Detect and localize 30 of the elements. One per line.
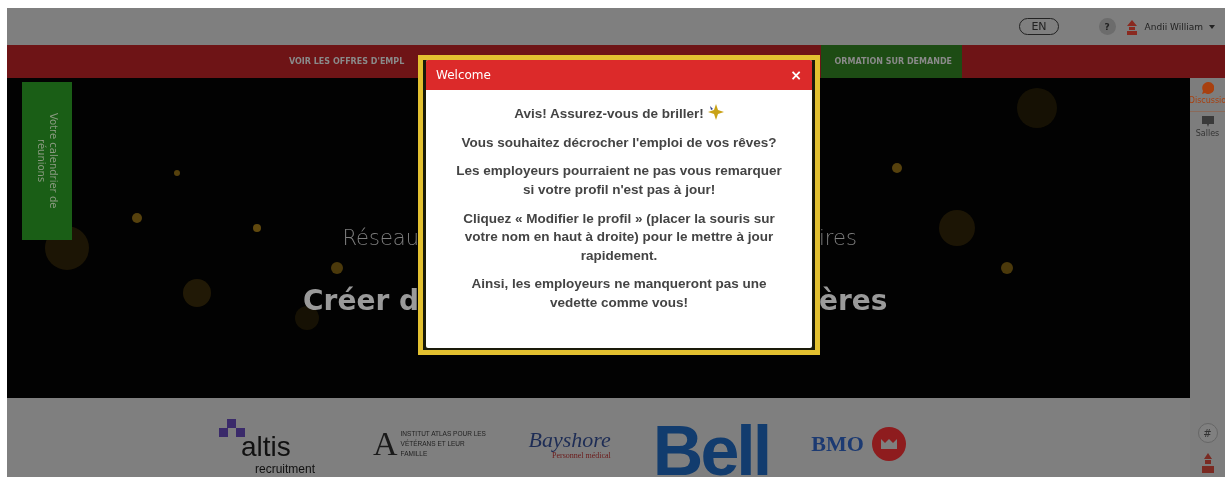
dialog-text: Les employeurs pourraient ne pas vous remarquer si votre profil n'est pas à jour! [456,163,782,197]
monitor-icon [1201,116,1214,127]
dialog-text: Ainsi, les employeurs ne manqueront pas une vedette comme vous! [471,276,767,310]
hero-subtitle: ires [819,226,857,250]
roundel-icon [871,427,906,461]
dialog-text: Cliquez « Modifier le profil » (placer la souris sur votre nom en haut à droite) pour le mettre à jour rapidement. [463,210,775,263]
help-button[interactable]: ? [1098,18,1116,35]
hero-title: Créer d [303,284,419,317]
hashtag-button[interactable]: # [1197,423,1218,443]
logo-text: BMO [811,431,864,457]
sparkle-icon [707,104,724,120]
logo-text: recruitment [255,462,316,476]
hero-subtitle: Réseau [342,226,419,250]
calendar-button[interactable]: Votre calendrier de réunions [22,82,72,240]
logo-text: Bayshore [528,428,611,451]
close-button[interactable]: × [790,67,802,83]
dialog-text: Vous souhaitez décrocher l'emploi de vos rêves? [461,134,777,150]
hero-title: ères [819,284,888,317]
bell-logo: Bell [652,421,770,477]
chat-icon [1201,82,1214,94]
avatar-icon[interactable] [1124,18,1139,35]
sidebar-tab[interactable]: Salles [1190,112,1225,144]
logo-letter: A [373,425,398,463]
logo-text: altis [241,433,291,461]
nav-link[interactable]: VOIR LES OFFRES D'EMPL [281,45,413,78]
dialog-title: Welcome [436,68,491,82]
user-menu[interactable]: Andii William [1144,21,1203,32]
caret-icon [1209,24,1215,29]
nav-link[interactable]: ORMATION SUR DEMANDE [820,45,962,78]
dialog-text: Avis! Assurez-vous de briller! [514,106,704,121]
